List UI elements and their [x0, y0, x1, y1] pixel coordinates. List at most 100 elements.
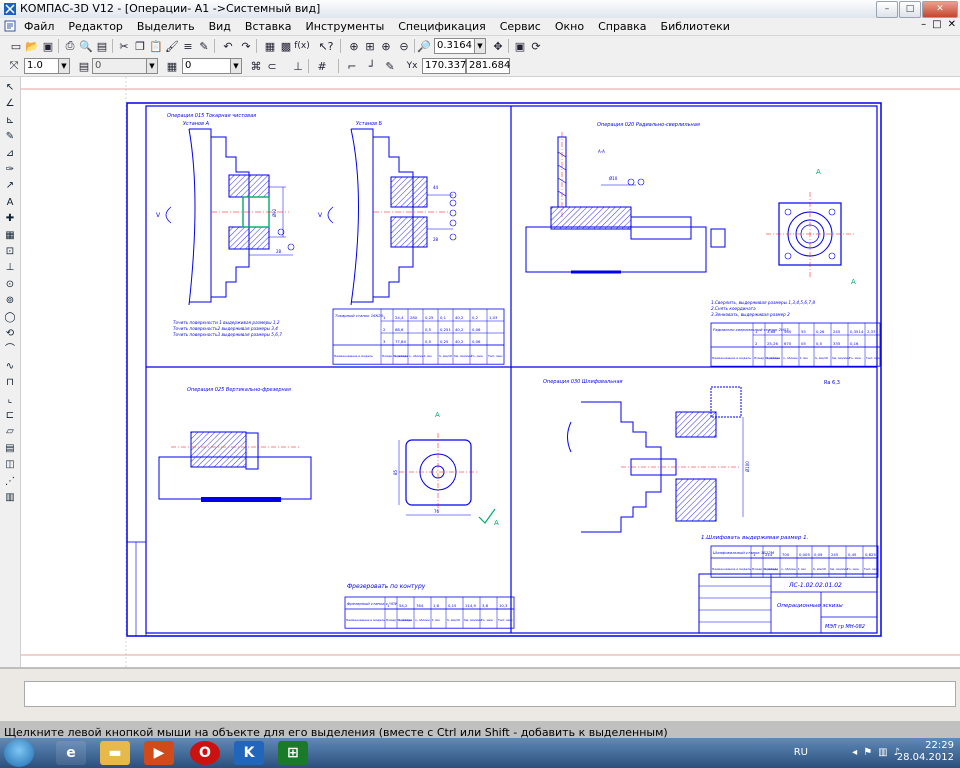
snap-icon[interactable]: ⌘: [248, 58, 264, 74]
undo-icon[interactable]: ↶: [220, 38, 236, 54]
format-painter-icon[interactable]: 🖌: [164, 38, 180, 54]
menu-item-3[interactable]: Вид: [209, 20, 231, 33]
style-field[interactable]: 0: [182, 58, 232, 74]
scale-icon[interactable]: ⤧: [6, 58, 22, 74]
magnet-icon[interactable]: ⊂: [264, 58, 280, 74]
menu-item-7[interactable]: Сервис: [500, 20, 541, 33]
zoom-in-icon[interactable]: ⊕: [378, 38, 394, 54]
style-icon[interactable]: ▦: [164, 58, 180, 74]
language-indicator[interactable]: RU: [794, 747, 808, 758]
select-icon[interactable]: ↖: [3, 81, 17, 95]
report-icon[interactable]: ⊡: [3, 245, 17, 259]
spec-icon[interactable]: ▦: [3, 229, 17, 243]
menu-item-6[interactable]: Спецификация: [398, 20, 485, 33]
media-player-icon[interactable]: ▶: [144, 741, 174, 765]
network-icon[interactable]: ▥: [878, 747, 887, 758]
measure-icon[interactable]: ↗: [3, 179, 17, 193]
polyline-icon[interactable]: ⊓: [3, 376, 17, 390]
circle-3pt-icon[interactable]: ⊚: [3, 294, 17, 308]
close-button[interactable]: ✕: [922, 1, 958, 18]
drawing-canvas[interactable]: Операция 015 Токарная чистовая Установ А…: [21, 77, 960, 667]
scale-field[interactable]: 1.0: [24, 58, 60, 74]
hatch-icon[interactable]: ▤: [3, 442, 17, 456]
refresh-icon[interactable]: ⟳: [528, 38, 544, 54]
equidistant-icon[interactable]: ⋰: [3, 475, 17, 489]
insert-icon[interactable]: ✚: [3, 212, 17, 226]
maximize-button[interactable]: □: [899, 1, 921, 18]
orthogonal-icon[interactable]: ⊥: [290, 58, 306, 74]
minimize-button[interactable]: –: [876, 1, 898, 18]
zoom-scale-icon[interactable]: 🔎: [416, 38, 432, 54]
spline-icon[interactable]: ∿: [3, 360, 17, 374]
coord-y-field[interactable]: 281.684: [466, 58, 510, 74]
menu-item-8[interactable]: Окно: [555, 20, 584, 33]
grid-icon[interactable]: #: [314, 58, 330, 74]
opera-icon[interactable]: O: [190, 741, 220, 765]
scale-dropdown-icon[interactable]: ▼: [58, 58, 70, 74]
zoom-out-icon[interactable]: ⊖: [396, 38, 412, 54]
layer-field[interactable]: 0: [92, 58, 148, 74]
ortho-mode-icon[interactable]: ┘: [364, 58, 380, 74]
help-pointer-icon[interactable]: ↖?: [318, 38, 334, 54]
tray-arrow-icon[interactable]: ◂: [852, 747, 857, 758]
parametric-icon[interactable]: ✑: [3, 163, 17, 177]
layer-dropdown-icon[interactable]: ▼: [146, 58, 158, 74]
local-cs-icon[interactable]: ⌐: [344, 58, 360, 74]
save-icon[interactable]: ▣: [40, 38, 56, 54]
doc-minimize-button[interactable]: –: [921, 19, 926, 30]
ellipse-icon[interactable]: ◯: [3, 311, 17, 325]
function-fx-icon[interactable]: f(x): [294, 38, 310, 54]
coord-x-field[interactable]: 170.337: [422, 58, 466, 74]
clock[interactable]: 22:29 28.04.2012: [897, 740, 954, 764]
point-icon[interactable]: ⊥: [3, 261, 17, 275]
copy-icon[interactable]: ❐: [132, 38, 148, 54]
chamfer-icon[interactable]: ⌞: [3, 393, 17, 407]
new-document-icon[interactable]: ▭: [8, 38, 24, 54]
clipboard-icon[interactable]: ✎: [196, 38, 212, 54]
library-icon[interactable]: ▩: [278, 38, 294, 54]
menu-item-10[interactable]: Библиотеки: [661, 20, 730, 33]
drawing-sheet[interactable]: Операция 015 Токарная чистовая Установ А…: [21, 77, 960, 667]
doc-close-button[interactable]: ✕: [948, 19, 956, 30]
open-folder-icon[interactable]: 📂: [24, 38, 40, 54]
fillet-icon[interactable]: ⌒: [3, 343, 17, 357]
rect-icon[interactable]: ⊏: [3, 409, 17, 423]
menu-item-2[interactable]: Выделить: [137, 20, 195, 33]
text-icon[interactable]: A: [3, 196, 17, 210]
explorer-folder-icon[interactable]: ▬: [100, 741, 130, 765]
view-manager-icon[interactable]: ▣: [512, 38, 528, 54]
menu-item-5[interactable]: Инструменты: [306, 20, 385, 33]
circle-icon[interactable]: ⊙: [3, 278, 17, 292]
preview-icon[interactable]: ▤: [94, 38, 110, 54]
zoom-field[interactable]: 0.3164: [434, 38, 476, 54]
zoom-fit-icon[interactable]: ⊕: [346, 38, 362, 54]
properties-icon[interactable]: ≡: [180, 38, 196, 54]
cut-icon[interactable]: ✂: [116, 38, 132, 54]
dimensions-icon[interactable]: ⊾: [3, 114, 17, 128]
geometry-icon[interactable]: ∠: [3, 97, 17, 111]
manager-icon[interactable]: ▦: [262, 38, 278, 54]
menu-item-0[interactable]: Файл: [24, 20, 54, 33]
kompas-taskbar-icon[interactable]: K: [234, 741, 264, 765]
start-button[interactable]: [4, 739, 34, 767]
layers-icon[interactable]: ▥: [3, 491, 17, 505]
edit-icon[interactable]: ⊿: [3, 147, 17, 161]
layer-icon[interactable]: ▤: [76, 58, 92, 74]
pan-icon[interactable]: ✥: [490, 38, 506, 54]
redo-icon[interactable]: ↷: [238, 38, 254, 54]
print-preview-icon[interactable]: 🔍: [78, 38, 94, 54]
zoom-dropdown-icon[interactable]: ▼: [474, 38, 486, 54]
menu-item-4[interactable]: Вставка: [245, 20, 292, 33]
style-dropdown-icon[interactable]: ▼: [230, 58, 242, 74]
properties-bar[interactable]: [24, 681, 956, 707]
polygon-icon[interactable]: ▱: [3, 425, 17, 439]
internet-explorer-icon[interactable]: e: [56, 741, 86, 765]
document-icon[interactable]: [4, 20, 16, 32]
menu-item-1[interactable]: Редактор: [68, 20, 123, 33]
flag-icon[interactable]: ⚑: [863, 747, 872, 758]
print-icon[interactable]: ⎙: [62, 38, 78, 54]
paste-icon[interactable]: 📋: [148, 38, 164, 54]
menu-item-9[interactable]: Справка: [598, 20, 646, 33]
round-icon[interactable]: ✎: [382, 58, 398, 74]
doc-restore-button[interactable]: □: [932, 19, 941, 30]
